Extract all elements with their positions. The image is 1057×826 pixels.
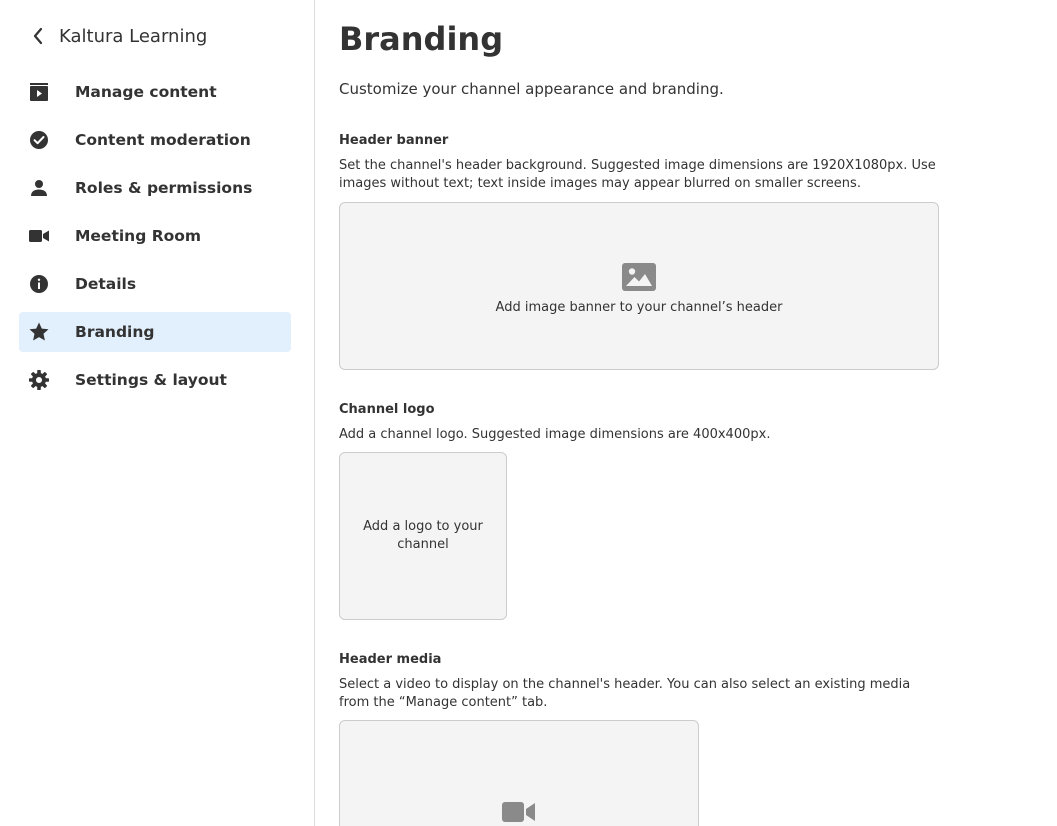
header-media-description: Select a video to display on the channel…: [339, 677, 911, 710]
video-camera-icon: [502, 801, 536, 826]
image-icon: [622, 263, 656, 295]
sidebar-item-content-moderation[interactable]: Content moderation: [19, 120, 291, 160]
channel-logo-description: Add a channel logo. Suggested image dime…: [339, 427, 771, 442]
sidebar-item-meeting-room[interactable]: Meeting Room: [19, 216, 291, 256]
sidebar-item-label: Settings & layout: [75, 371, 227, 389]
sidebar-item-branding[interactable]: Branding: [19, 312, 291, 352]
gear-icon: [19, 360, 59, 400]
back-button[interactable]: Kaltura Learning: [28, 22, 207, 50]
sidebar: Kaltura Learning Manage content Content …: [0, 0, 315, 826]
star-icon: [19, 312, 59, 352]
sidebar-item-roles-permissions[interactable]: Roles & permissions: [19, 168, 291, 208]
back-title: Kaltura Learning: [59, 25, 208, 47]
header-banner-description: Set the channel's header background. Sug…: [339, 158, 936, 191]
video-library-icon: [19, 72, 59, 112]
sidebar-item-label: Manage content: [75, 83, 217, 101]
channel-logo-dropzone-text: Add a logo to your channel: [363, 519, 483, 552]
chevron-left-icon: [28, 26, 48, 46]
check-circle-icon: [19, 120, 59, 160]
sidebar-nav: Manage content Content moderation Roles …: [19, 72, 291, 408]
page-subtitle: Customize your channel appearance and br…: [339, 80, 724, 98]
sidebar-item-label: Branding: [75, 323, 155, 341]
sidebar-item-label: Roles & permissions: [75, 179, 253, 197]
channel-logo-title: Channel logo: [339, 402, 435, 417]
sidebar-item-label: Details: [75, 275, 137, 293]
sidebar-item-manage-content[interactable]: Manage content: [19, 72, 291, 112]
header-banner-dropzone-text: Add image banner to your channel’s heade…: [495, 300, 783, 315]
video-camera-icon: [19, 216, 59, 256]
header-media-dropzone[interactable]: [339, 720, 699, 826]
sidebar-item-settings-layout[interactable]: Settings & layout: [19, 360, 291, 400]
person-icon: [19, 168, 59, 208]
header-banner-title: Header banner: [339, 133, 449, 148]
sidebar-item-details[interactable]: Details: [19, 264, 291, 304]
header-banner-dropzone[interactable]: Add image banner to your channel’s heade…: [339, 202, 939, 370]
info-icon: [19, 264, 59, 304]
page-title: Branding: [339, 20, 504, 58]
sidebar-item-label: Content moderation: [75, 131, 251, 149]
channel-logo-dropzone[interactable]: Add a logo to your channel: [339, 452, 507, 620]
sidebar-item-label: Meeting Room: [75, 227, 202, 245]
header-media-title: Header media: [339, 652, 442, 667]
